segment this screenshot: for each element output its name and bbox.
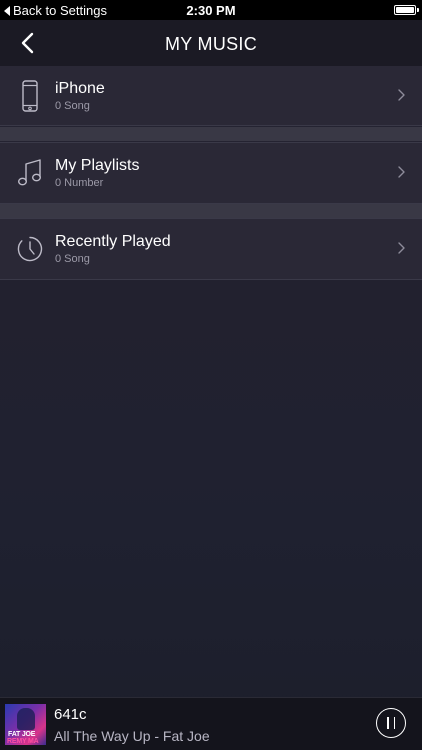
phone-icon xyxy=(14,78,46,114)
row-title: iPhone xyxy=(55,80,105,97)
pause-icon xyxy=(387,717,389,729)
status-bar: Back to Settings 2:30 PM xyxy=(0,0,422,20)
clock-icon xyxy=(14,231,46,267)
row-recently-played[interactable]: Recently Played 0 Song xyxy=(0,218,422,280)
chevron-right-icon xyxy=(398,166,405,178)
page-title: MY MUSIC xyxy=(164,34,258,54)
now-playing-bar[interactable]: FAT JOE REMY MA 641c All The Way Up - Fa… xyxy=(0,697,422,750)
now-playing-track: 641c xyxy=(54,706,87,723)
row-title: Recently Played xyxy=(55,233,171,250)
album-art[interactable]: FAT JOE REMY MA xyxy=(5,704,46,745)
section-divider xyxy=(0,204,422,218)
row-subtitle: 0 Number xyxy=(55,177,104,189)
album-art-text-2: REMY MA xyxy=(7,738,39,745)
row-my-playlists[interactable]: My Playlists 0 Number xyxy=(0,142,422,204)
nav-bar: MY MUSIC xyxy=(0,20,422,66)
now-playing-artist: All The Way Up - Fat Joe xyxy=(54,728,210,744)
row-subtitle: 0 Song xyxy=(55,253,90,265)
section-divider xyxy=(0,127,422,141)
row-subtitle: 0 Song xyxy=(55,100,90,112)
chevron-right-icon xyxy=(398,242,405,254)
album-art-text-1: FAT JOE xyxy=(8,731,36,738)
status-time: 2:30 PM xyxy=(186,3,236,18)
chevron-right-icon xyxy=(398,89,405,101)
row-iphone[interactable]: iPhone 0 Song xyxy=(0,66,422,126)
battery-icon xyxy=(394,5,419,15)
row-title: My Playlists xyxy=(55,157,140,174)
music-note-icon xyxy=(14,155,46,191)
pause-button[interactable] xyxy=(376,708,406,738)
